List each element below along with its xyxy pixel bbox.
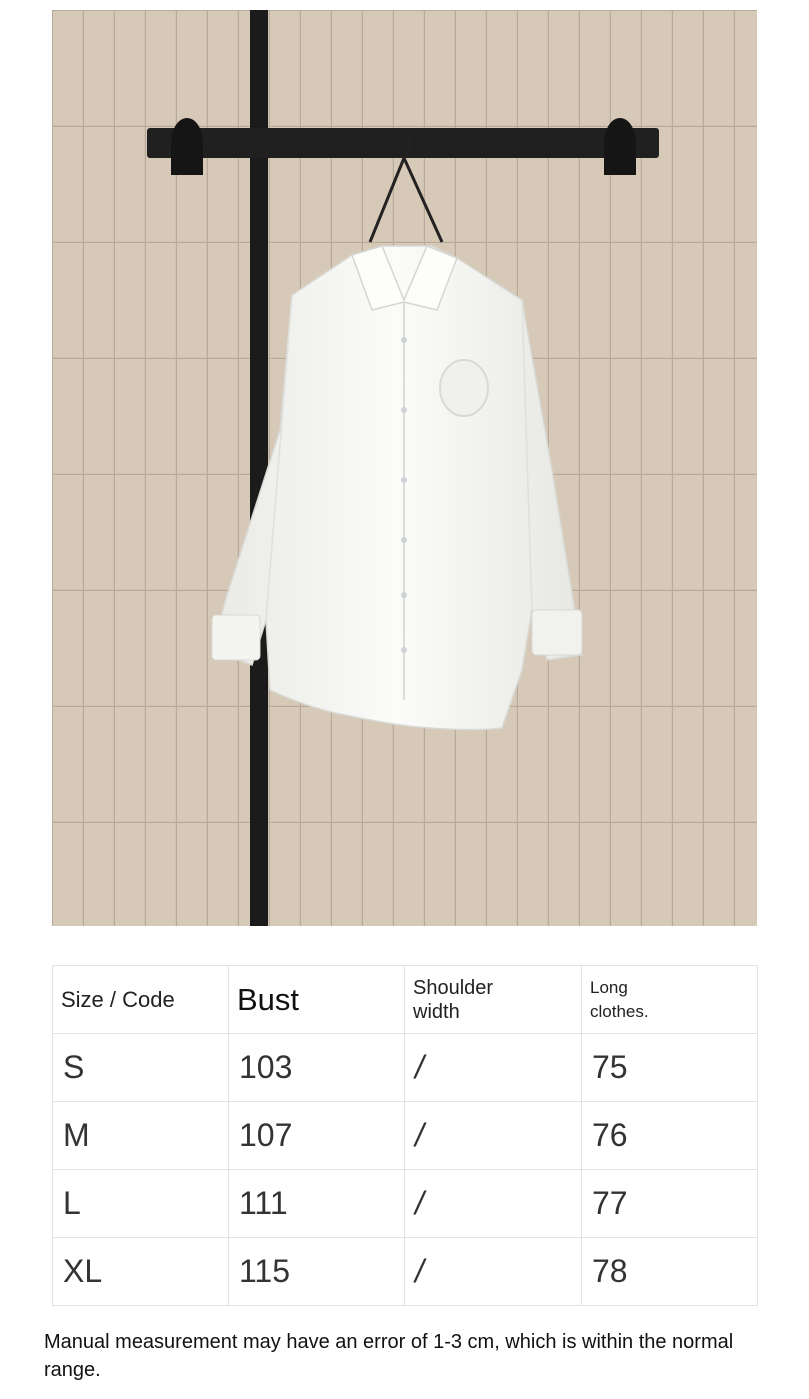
shoulder-cell: /: [404, 1033, 582, 1102]
length-cell: 75: [581, 1033, 758, 1102]
table-row: XL 115 / 78: [52, 1237, 758, 1306]
header-bust-label: Bust: [237, 981, 300, 1017]
size-chart-header-row: Size / Code Bust Shoulder width Long clo…: [52, 965, 758, 1034]
header-length-line1: Long: [590, 977, 628, 997]
length-cell: 77: [581, 1169, 758, 1238]
header-size-code: Size / Code: [52, 965, 229, 1034]
length-cell: 78: [581, 1237, 758, 1306]
size-cell: XL: [52, 1237, 229, 1306]
table-row: L 111 / 77: [52, 1169, 758, 1238]
length-cell: 76: [581, 1101, 758, 1170]
shoulder-cell: /: [404, 1169, 582, 1238]
product-photo: [52, 10, 757, 926]
table-row: M 107 / 76: [52, 1101, 758, 1170]
size-cell: M: [52, 1101, 229, 1170]
header-shoulder-line1: Shoulder: [413, 976, 494, 999]
table-row: S 103 / 75: [52, 1033, 758, 1102]
bust-cell: 107: [228, 1101, 405, 1170]
size-cell: S: [52, 1033, 229, 1102]
header-bust: Bust: [228, 965, 405, 1034]
shoulder-cell: /: [404, 1237, 582, 1306]
size-cell: L: [52, 1169, 229, 1238]
measurement-note: Manual measurement may have an error of …: [44, 1331, 734, 1381]
header-length-line2: clothes.: [590, 1001, 649, 1021]
header-shoulder-width: Shoulder width: [404, 965, 582, 1034]
size-chart-table: Size / Code Bust Shoulder width Long clo…: [52, 965, 758, 1306]
shoulder-cell: /: [404, 1101, 582, 1170]
header-shoulder-line2: width: [413, 1000, 460, 1023]
bust-cell: 115: [228, 1237, 405, 1306]
bust-cell: 103: [228, 1033, 405, 1102]
header-length: Long clothes.: [581, 965, 758, 1034]
shirt-photo-illustration: [52, 10, 757, 926]
bust-cell: 111: [228, 1169, 405, 1238]
header-size-code-label: Size / Code: [61, 986, 175, 1012]
